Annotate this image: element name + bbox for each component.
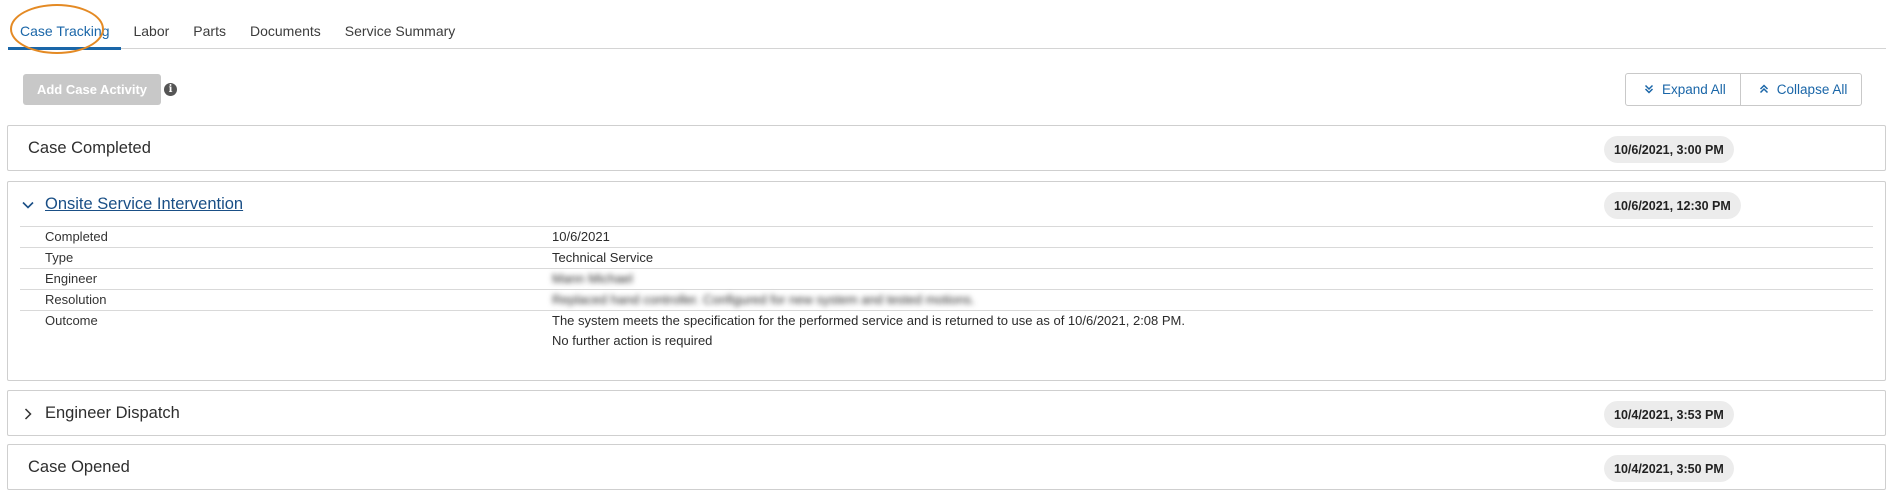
card-header[interactable]: Engineer Dispatch 10/4/2021, 3:53 PM — [8, 391, 1885, 435]
timestamp-badge: 10/4/2021, 3:53 PM — [1604, 401, 1734, 428]
tab-documents[interactable]: Documents — [238, 12, 333, 49]
tab-labor[interactable]: Labor — [121, 12, 181, 49]
detail-label: Engineer — [45, 271, 98, 286]
add-case-activity-button[interactable]: Add Case Activity — [23, 74, 161, 105]
tab-bar: Case Tracking Labor Parts Documents Serv… — [8, 4, 1886, 54]
activity-card-case-opened: Case Opened 10/4/2021, 3:50 PM — [7, 444, 1886, 490]
outcome-line: The system meets the specification for t… — [552, 313, 1185, 328]
tab-label: Parts — [193, 22, 226, 39]
timestamp-badge: 10/4/2021, 3:50 PM — [1604, 455, 1734, 482]
tab-label: Case Tracking — [20, 22, 110, 39]
card-header: Case Completed 10/6/2021, 3:00 PM — [8, 126, 1885, 170]
card-title: Case Opened — [28, 457, 130, 476]
card-header[interactable]: Onsite Service Intervention 10/6/2021, 1… — [8, 182, 1885, 226]
detail-label: Type — [45, 250, 74, 265]
chevron-right-icon[interactable] — [22, 407, 34, 420]
activity-details: Completed 10/6/2021 Type Technical Servi… — [20, 226, 1873, 351]
collapse-all-label: Collapse All — [1776, 82, 1848, 97]
detail-value: The system meets the specification for t… — [552, 311, 1185, 351]
chevron-down-icon[interactable] — [22, 198, 34, 210]
detail-label: Outcome — [45, 313, 98, 328]
outcome-line: No further action is required — [552, 333, 713, 348]
detail-value-redacted: Mann Michael — [552, 271, 633, 286]
expand-collapse-group: Expand All Collapse All — [1625, 73, 1863, 106]
card-header: Case Opened 10/4/2021, 3:50 PM — [8, 445, 1885, 489]
detail-value: Technical Service — [552, 250, 654, 265]
detail-row-type: Type Technical Service — [20, 247, 1873, 268]
activity-card-engineer-dispatch: Engineer Dispatch 10/4/2021, 3:53 PM — [7, 390, 1886, 436]
card-title-link[interactable]: Onsite Service Intervention — [45, 195, 243, 214]
detail-value-redacted: Replaced hand controller. Configured for… — [552, 292, 975, 307]
expand-all-label: Expand All — [1662, 82, 1726, 97]
collapse-all-button[interactable]: Collapse All — [1739, 74, 1862, 105]
tab-service-summary[interactable]: Service Summary — [333, 12, 467, 49]
double-chevron-up-icon — [1759, 82, 1769, 97]
detail-row-completed: Completed 10/6/2021 — [20, 226, 1873, 247]
activity-card-case-completed: Case Completed 10/6/2021, 3:00 PM — [7, 125, 1886, 171]
tab-parts[interactable]: Parts — [181, 12, 238, 49]
detail-row-outcome: Outcome The system meets the specificati… — [20, 310, 1873, 351]
info-icon[interactable]: i — [164, 83, 177, 96]
double-chevron-down-icon — [1644, 82, 1654, 97]
card-title: Case Completed — [28, 138, 151, 157]
tab-label: Service Summary — [344, 22, 456, 39]
detail-row-resolution: Resolution Replaced hand controller. Con… — [20, 289, 1873, 310]
detail-label: Completed — [45, 229, 108, 244]
timestamp-badge: 10/6/2021, 12:30 PM — [1604, 192, 1741, 219]
expand-all-button[interactable]: Expand All — [1626, 74, 1740, 105]
card-title: Engineer Dispatch — [45, 403, 180, 422]
tab-label: Documents — [249, 22, 321, 39]
timestamp-badge: 10/6/2021, 3:00 PM — [1604, 136, 1734, 163]
tab-label: Labor — [133, 22, 170, 39]
detail-label: Resolution — [45, 292, 107, 307]
detail-row-engineer: Engineer Mann Michael — [20, 268, 1873, 289]
detail-value: 10/6/2021 — [552, 229, 610, 244]
activity-card-onsite-service: Onsite Service Intervention 10/6/2021, 1… — [7, 181, 1886, 381]
tab-case-tracking[interactable]: Case Tracking — [8, 12, 122, 50]
